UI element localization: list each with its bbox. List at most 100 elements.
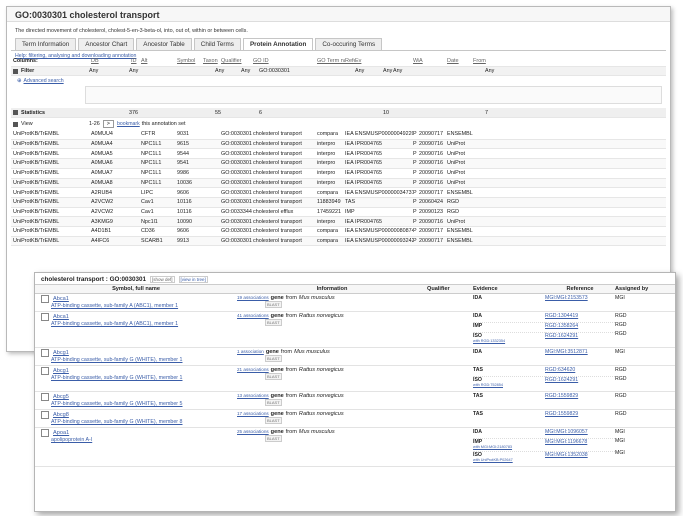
column-header[interactable]: Symbol — [177, 58, 203, 64]
filter-with[interactable]: Any — [393, 68, 451, 74]
reference-link[interactable]: RGD:1559829 — [545, 393, 578, 399]
associations-link[interactable]: 25 associations — [237, 429, 269, 434]
with-link[interactable]: with RGD:1332354 — [473, 339, 545, 343]
column-header[interactable]: Taxon — [203, 58, 221, 64]
gene-product-row[interactable]: Abcg1 ATP-binding cassette, sub-family G … — [35, 348, 675, 366]
select-checkbox[interactable] — [41, 295, 49, 303]
gene-full-name[interactable]: ATP-binding cassette, sub-family A (ABC1… — [51, 303, 237, 309]
tab-term-information[interactable]: Term Information — [15, 38, 77, 50]
column-header[interactable]: Ev — [355, 58, 413, 64]
bookmark-link[interactable]: bookmark — [117, 121, 140, 127]
select-checkbox[interactable] — [41, 349, 49, 357]
gene-symbol-link[interactable]: Abcg8 — [53, 412, 69, 418]
with-link[interactable]: with RGD:752854 — [473, 383, 545, 387]
gene-symbol-link[interactable]: Abcg1 — [53, 350, 69, 356]
blast-button[interactable]: BLAST — [265, 319, 282, 326]
select-checkbox[interactable] — [41, 393, 49, 401]
reference-link[interactable]: RGD:1358264 — [545, 323, 578, 329]
tab-ancestor-table[interactable]: Ancestor Table — [136, 38, 192, 50]
table-row[interactable]: UniProtKB/TrEMBL A0MUA4 NPC1L1 9615 GO:00303… — [11, 139, 666, 150]
associations-link[interactable]: 21 associations — [237, 367, 269, 372]
reference-link[interactable]: RGD:1304419 — [545, 313, 578, 319]
table-row[interactable]: UniProtKB/TrEMBL A2RUB4 LIPC 9606 GO:0030301… — [11, 188, 666, 198]
gene-full-name[interactable]: ATP-binding cassette, sub-family G (WHIT… — [51, 375, 237, 381]
select-checkbox[interactable] — [41, 411, 49, 419]
column-header[interactable]: Reference — [345, 58, 355, 64]
blast-button[interactable]: BLAST — [265, 355, 282, 362]
blast-button[interactable]: BLAST — [265, 301, 282, 308]
reference-link[interactable]: RGD:1624291 — [545, 333, 578, 339]
associations-link[interactable]: 41 associations — [237, 313, 269, 318]
table-row[interactable]: UniProtKB/TrEMBL A0MUA8 NPC1L1 10036 GO:0030… — [11, 178, 666, 189]
gene-symbol-link[interactable]: Abcg1 — [53, 368, 69, 374]
gene-symbol-link[interactable]: Abca1 — [53, 314, 69, 320]
column-header[interactable]: GO Term name — [317, 58, 345, 64]
column-header[interactable]: GO ID — [253, 58, 317, 64]
column-header[interactable]: From — [473, 58, 499, 64]
reference-link[interactable]: MGI:MGI:2153573 — [545, 295, 588, 301]
table-row[interactable]: UniProtKB/TrEMBL A2VCW2 Cav1 10116 GO:003030… — [11, 197, 666, 208]
show-def-button[interactable]: [show def] — [149, 276, 175, 283]
filter-go-id[interactable]: GO:0030301 — [259, 68, 291, 74]
table-row[interactable]: UniProtKB/TrEMBL A2VCW2 Cav1 10116 GO:003334… — [11, 208, 666, 218]
with-link[interactable]: with UniProtKB:P02647 — [473, 458, 545, 462]
reference-link[interactable]: RGD:1624291 — [545, 377, 578, 383]
table-row[interactable]: UniProtKB/TrEMBL A0MUU4 CFTR 9031 GO:0030301… — [11, 130, 666, 140]
filter-ev[interactable]: Any — [383, 68, 393, 74]
gene-product-row[interactable]: Abcg5 ATP-binding cassette, sub-family G … — [35, 392, 675, 410]
gene-full-name[interactable]: ATP-binding cassette, sub-family G (WHIT… — [51, 419, 237, 425]
gene-symbol-link[interactable]: Abca1 — [53, 296, 69, 302]
blast-button[interactable]: BLAST — [265, 373, 282, 380]
blast-button[interactable]: BLAST — [265, 417, 282, 424]
advanced-search-link[interactable]: Advanced search — [24, 78, 64, 84]
tab-co-occuring-terms[interactable]: Co-occuring Terms — [315, 38, 383, 50]
next-page-button[interactable]: > — [102, 120, 114, 129]
table-row[interactable]: UniProtKB/TrEMBL A0MUA5 NPC1L1 9544 GO:00303… — [11, 149, 666, 160]
associations-link[interactable]: 17 associations — [237, 411, 269, 416]
filter-db[interactable]: Any — [89, 68, 129, 74]
reference-link[interactable]: MGI:MGI:3512871 — [545, 349, 588, 355]
reference-link[interactable]: MGI:MGI:1096057 — [545, 429, 588, 435]
filter-from[interactable]: Any — [485, 68, 511, 74]
table-row[interactable]: UniProtKB/TrEMBL A4D1B1 CD36 9606 GO:0030301… — [11, 227, 666, 237]
associations-link[interactable]: 1 association — [237, 349, 264, 354]
tab-child-terms[interactable]: Child Terms — [193, 38, 241, 50]
filter-qualifier[interactable]: Any — [241, 68, 259, 74]
tab-protein-annotation[interactable]: Protein Annotation — [242, 38, 314, 50]
table-row[interactable]: UniProtKB/TrEMBL A0MUA6 NPC1L1 9541 GO:00303… — [11, 159, 666, 169]
view-in-tree-button[interactable]: [view in tree] — [178, 276, 208, 283]
gene-product-row[interactable]: Apoa1 apolipoprotein A-I 25 associations ge… — [35, 428, 675, 467]
reference-link[interactable]: RGD:1559829 — [545, 411, 578, 417]
blast-button[interactable]: BLAST — [265, 435, 282, 442]
filter-id[interactable]: Any — [129, 68, 169, 74]
reference-link[interactable]: MGI:MGI:1196678 — [545, 439, 587, 445]
associations-link[interactable]: 13 associations — [237, 393, 269, 398]
gene-product-row[interactable]: Abcg8 ATP-binding cassette, sub-family G … — [35, 410, 675, 428]
gene-product-row[interactable]: Abca1 ATP-binding cassette, sub-family A … — [35, 294, 675, 312]
with-link[interactable]: with MGI:MGI:2180783 — [473, 445, 545, 449]
blast-button[interactable]: BLAST — [265, 399, 282, 406]
table-row[interactable]: UniProtKB/TrEMBL A4IFC6 SCARB1 9913 GO:00303… — [11, 236, 666, 247]
filter-reference[interactable]: Any — [355, 68, 383, 74]
column-header[interactable]: Qualifier — [221, 58, 253, 64]
gene-product-row[interactable]: Abca1 ATP-binding cassette, sub-family A … — [35, 312, 675, 348]
column-header[interactable]: DB — [91, 58, 131, 64]
select-checkbox[interactable] — [41, 367, 49, 375]
gene-full-name[interactable]: ATP-binding cassette, sub-family G (WHIT… — [51, 357, 237, 363]
filter-taxon[interactable]: Any — [215, 68, 241, 74]
gene-product-row[interactable]: Abcg1 ATP-binding cassette, sub-family G … — [35, 366, 675, 392]
gene-symbol-link[interactable]: Abcg5 — [53, 394, 69, 400]
tab-ancestor-chart[interactable]: Ancestor Chart — [78, 38, 135, 50]
column-header[interactable]: ID — [131, 58, 141, 64]
gene-symbol-link[interactable]: Apoa1 — [53, 430, 69, 436]
gene-full-name[interactable]: ATP-binding cassette, sub-family A (ABC1… — [51, 321, 237, 327]
reference-link[interactable]: RGD:634620 — [545, 367, 575, 373]
table-row[interactable]: UniProtKB/TrEMBL A3KMG9 Npc1l1 10090 GO:0030… — [11, 217, 666, 227]
select-checkbox[interactable] — [41, 429, 49, 437]
column-header[interactable]: Alt — [141, 58, 177, 64]
associations-link[interactable]: 19 associations — [237, 295, 269, 300]
table-row[interactable]: UniProtKB/TrEMBL A0MUA7 NPC1L1 9986 GO:00303… — [11, 169, 666, 179]
gene-full-name[interactable]: apolipoprotein A-I — [51, 437, 237, 443]
gene-full-name[interactable]: ATP-binding cassette, sub-family G (WHIT… — [51, 401, 237, 407]
column-header[interactable]: A — [419, 58, 447, 64]
